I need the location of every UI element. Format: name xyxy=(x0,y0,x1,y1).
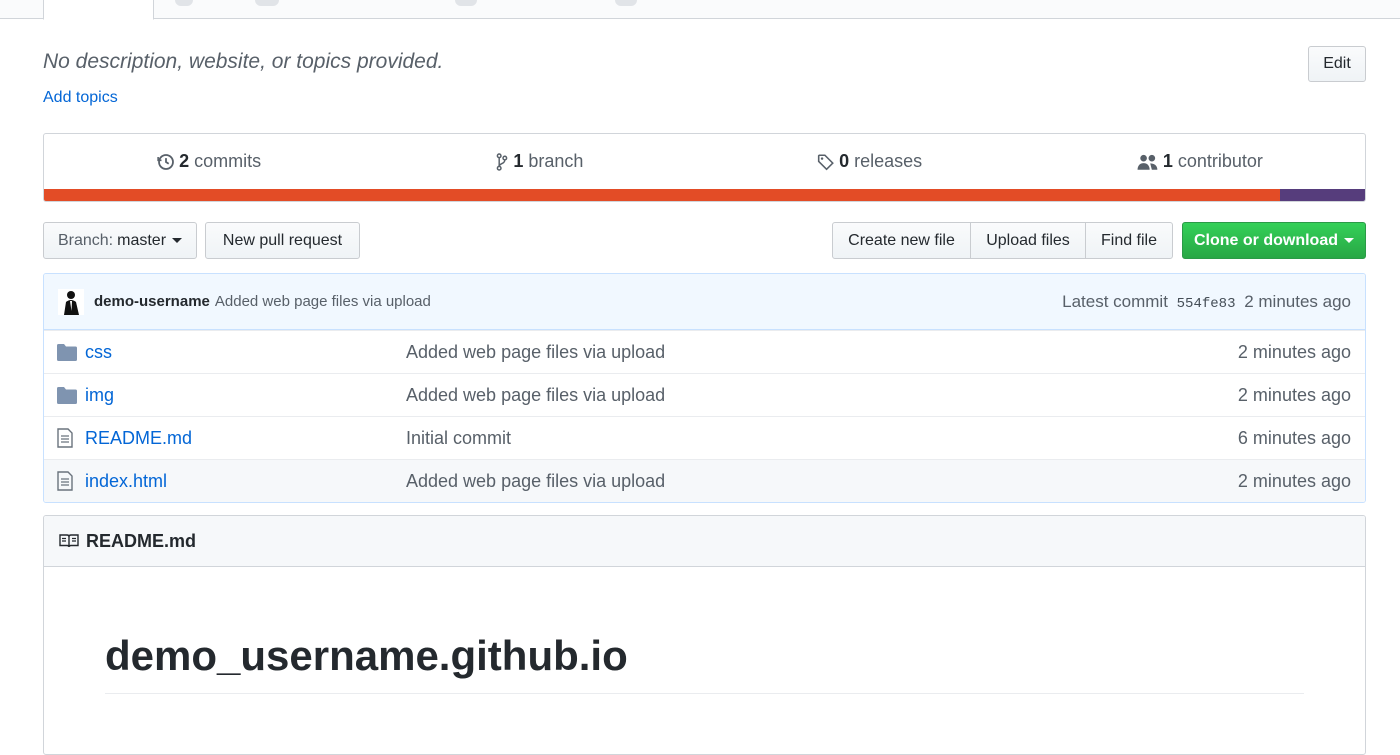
commits-stat[interactable]: 2 commits xyxy=(44,134,374,189)
caret-down-icon xyxy=(172,238,183,243)
history-icon xyxy=(157,153,174,170)
people-icon xyxy=(1137,154,1158,170)
file-commit-message-link[interactable]: Added web page files via upload xyxy=(406,471,1165,492)
file-name-link[interactable]: index.html xyxy=(85,471,406,492)
file-list: demo-username Added web page files via u… xyxy=(43,273,1366,503)
language-segment-primary xyxy=(44,189,1280,201)
file-actions-group: Create new file Upload files Find file xyxy=(832,222,1173,259)
file-commit-message-link[interactable]: Initial commit xyxy=(406,428,1165,449)
latest-commit-prefix: Latest commit xyxy=(1062,291,1168,311)
file-age: 2 minutes ago xyxy=(1237,341,1351,362)
readme-header: README.md xyxy=(44,516,1365,567)
create-new-file-button[interactable]: Create new file xyxy=(832,222,971,259)
file-age: 2 minutes ago xyxy=(1237,384,1351,405)
readme-heading: demo_username.github.io xyxy=(105,632,1304,695)
avatar[interactable] xyxy=(58,288,84,315)
new-pull-request-button[interactable]: New pull request xyxy=(205,222,360,259)
readme-content: demo_username.github.io xyxy=(44,567,1365,695)
file-row: index.html Added web page files via uplo… xyxy=(44,459,1365,502)
tag-icon xyxy=(817,153,834,170)
edit-button[interactable]: Edit xyxy=(1308,46,1366,82)
branch-name: master xyxy=(117,231,167,249)
branch-prefix: Branch: xyxy=(57,231,114,249)
tab-counter-fragment xyxy=(615,0,637,6)
commit-age: 2 minutes ago xyxy=(1244,291,1351,311)
releases-count: 0 xyxy=(839,151,850,171)
file-name-link[interactable]: img xyxy=(85,385,406,406)
repo-summary: 2 commits 1 branch 0 releases 1 contribu… xyxy=(43,133,1366,202)
branch-select-button[interactable]: Branch: master xyxy=(43,222,197,259)
tab-counter-fragment xyxy=(255,0,279,6)
commits-count: 2 xyxy=(179,151,190,171)
readme-panel: README.md demo_username.github.io xyxy=(43,515,1366,755)
releases-stat[interactable]: 0 releases xyxy=(705,134,1035,189)
tab-icon-fragment xyxy=(175,0,193,6)
tab-counter-fragment xyxy=(455,0,477,6)
clone-or-download-button[interactable]: Clone or download xyxy=(1182,222,1366,259)
branch-label: branch xyxy=(528,151,584,171)
file-name-link[interactable]: README.md xyxy=(85,428,406,449)
language-segment-secondary xyxy=(1280,189,1365,201)
tab-code[interactable] xyxy=(43,0,154,20)
file-commit-message-link[interactable]: Added web page files via upload xyxy=(406,385,1165,406)
upload-files-button[interactable]: Upload files xyxy=(970,222,1086,259)
add-topics-link[interactable]: Add topics xyxy=(43,89,118,107)
file-icon xyxy=(57,428,73,448)
file-age: 6 minutes ago xyxy=(1237,427,1351,448)
language-bar[interactable] xyxy=(44,189,1365,201)
latest-commit-info: Latest commit 554fe83 2 minutes ago xyxy=(1062,292,1351,312)
file-row: img Added web page files via upload 2 mi… xyxy=(44,373,1365,416)
file-row: css Added web page files via upload 2 mi… xyxy=(44,330,1365,373)
latest-commit-bar: demo-username Added web page files via u… xyxy=(44,274,1365,330)
file-age: 2 minutes ago xyxy=(1237,470,1351,491)
branch-icon xyxy=(496,152,508,171)
readme-title: README.md xyxy=(86,530,197,551)
branch-stat[interactable]: 1 branch xyxy=(374,134,704,189)
file-commit-message-link[interactable]: Added web page files via upload xyxy=(406,342,1165,363)
commits-label: commits xyxy=(194,151,262,171)
contributors-stat[interactable]: 1 contributor xyxy=(1035,134,1365,189)
commit-sha-link[interactable]: 554fe83 xyxy=(1177,296,1236,312)
contributor-label: contributor xyxy=(1177,151,1263,171)
branch-count: 1 xyxy=(513,151,524,171)
file-icon xyxy=(57,471,73,491)
folder-icon xyxy=(57,386,77,404)
contributor-count: 1 xyxy=(1162,151,1173,171)
book-icon xyxy=(59,534,79,548)
file-row: README.md Initial commit 6 minutes ago xyxy=(44,416,1365,459)
commit-message-link[interactable]: Added web page files via upload xyxy=(215,293,431,310)
releases-label: releases xyxy=(854,151,923,171)
file-name-link[interactable]: css xyxy=(85,342,406,363)
find-file-button[interactable]: Find file xyxy=(1085,222,1173,259)
commit-author-link[interactable]: demo-username xyxy=(94,293,210,310)
folder-icon xyxy=(57,343,77,361)
caret-down-icon xyxy=(1344,238,1354,243)
clone-label: Clone or download xyxy=(1194,231,1338,249)
repo-nav-tabs xyxy=(0,0,1400,20)
repo-description: No description, website, or topics provi… xyxy=(43,50,444,73)
